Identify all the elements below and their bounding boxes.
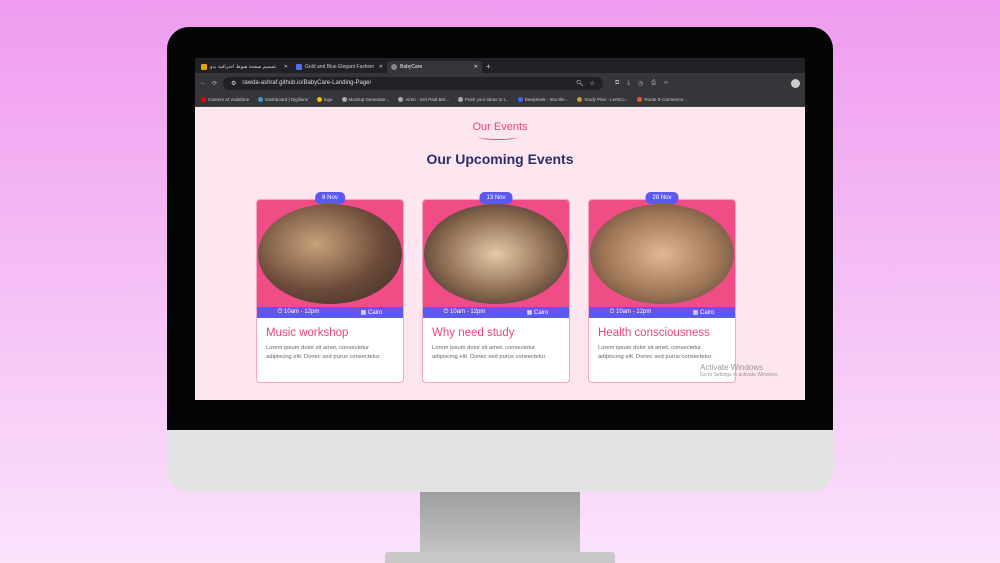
section-heading: Our Upcoming Events: [426, 151, 574, 167]
back-icon[interactable]: ←: [200, 80, 206, 86]
monitor-chin: [167, 430, 833, 492]
activation-watermark: Activate Windows Go to Settings to activa…: [700, 363, 779, 378]
download-icon[interactable]: ⤓: [627, 80, 630, 87]
toolbar: ← ⟳ ⚙ rawda-ashraf.github.io/BabyCare-Lan…: [195, 73, 805, 93]
date-badge: 8 Nov: [315, 192, 345, 204]
monitor-base: [385, 552, 615, 563]
bookmark[interactable]: Dashboard | Digilians: [258, 97, 308, 103]
bookmark[interactable]: logo: [316, 97, 333, 103]
bookmark[interactable]: Airtm - Get Paid Bet...: [398, 97, 449, 103]
tab-bar: تصميم صفحة هبوط احترافية بدو ✕ Gold and B…: [195, 58, 805, 73]
date-badge: 13 Nov: [479, 192, 513, 204]
reload-icon[interactable]: ⟳: [212, 80, 217, 87]
event-location: ▦ Cairo: [692, 310, 715, 316]
zoom-icon[interactable]: 🔍︎: [576, 80, 584, 87]
event-time: 🕒︎ 10am - 12pm: [277, 309, 320, 315]
event-photo: [590, 203, 734, 304]
favicon-icon: [201, 64, 207, 70]
event-description: Lorem ipsum dolor sit amet, consectetur …: [432, 345, 547, 360]
address-bar[interactable]: ⚙ rawda-ashraf.github.io/BabyCare-Landing…: [223, 76, 604, 90]
bookmark[interactable]: Careers at Vodafone: [201, 97, 249, 103]
tab[interactable]: Gold and Blue Elegant Fashion ✕: [292, 61, 387, 73]
event-title: Health consciousness: [598, 327, 710, 339]
extensions-icon[interactable]: ⧉: [615, 80, 619, 87]
bookmark[interactable]: Study Plan - LeetCo...: [577, 97, 628, 103]
print-icon[interactable]: ⎙: [651, 80, 656, 87]
favicon-icon: [296, 64, 302, 70]
section-kicker: Our Events: [472, 121, 528, 133]
event-location: ▦ Cairo: [526, 310, 549, 316]
event-description: Lorem ipsum dolor sit amet, consectetur …: [598, 345, 713, 360]
close-icon[interactable]: ✕: [284, 64, 288, 70]
event-title: Why need study: [432, 327, 515, 339]
close-icon[interactable]: ✕: [379, 64, 383, 70]
close-icon[interactable]: ✕: [474, 64, 478, 70]
bookmark[interactable]: Push your ideas to t...: [458, 97, 509, 103]
underline-decoration: [478, 134, 518, 140]
globe-icon: [391, 64, 397, 70]
date-badge: 28 Nov: [645, 192, 679, 204]
code-icon[interactable]: ‹›: [664, 80, 668, 87]
site-info-icon[interactable]: ⚙: [231, 80, 236, 87]
monitor-stand: [420, 492, 580, 554]
browser-window: تصميم صفحة هبوط احترافية بدو ✕ Gold and B…: [195, 58, 805, 400]
event-photo: [258, 203, 402, 304]
event-title: Music workshop: [266, 327, 349, 339]
avatar[interactable]: [791, 78, 800, 88]
history-icon[interactable]: ◷: [638, 80, 643, 87]
bookmarks-bar: Careers at Vodafone Dashboard | Digilian…: [195, 93, 805, 107]
bookmark[interactable]: Mockup Generator...: [341, 97, 389, 103]
event-time: 🕒︎ 10am - 12pm: [609, 309, 652, 315]
tab-active[interactable]: BabyCare ✕: [387, 61, 482, 73]
tab[interactable]: تصميم صفحة هبوط احترافية بدو ✕: [197, 61, 292, 73]
page-content: Our Events Our Upcoming Events 8 Nov 🕒︎ …: [195, 107, 805, 400]
bookmark[interactable]: Route E-commerce...: [637, 97, 687, 103]
event-description: Lorem ipsum dolor sit amet, consectetur …: [266, 345, 381, 360]
event-card[interactable]: 8 Nov 🕒︎ 10am - 12pm ▦ Cairo Music worksh…: [256, 192, 404, 383]
bookmark[interactable]: DeepSeek - Into the...: [517, 97, 568, 103]
event-time: 🕒︎ 10am - 12pm: [443, 309, 486, 315]
event-photo: [424, 203, 568, 304]
event-card[interactable]: 28 Nov 🕒︎ 10am - 12pm ▦ Cairo Health cons…: [588, 192, 736, 383]
new-tab-icon[interactable]: +: [482, 62, 495, 73]
event-card[interactable]: 13 Nov 🕒︎ 10am - 12pm ▦ Cairo Why need st…: [422, 192, 570, 383]
star-icon[interactable]: ☆: [590, 80, 595, 87]
event-location: ▦ Cairo: [360, 310, 383, 316]
